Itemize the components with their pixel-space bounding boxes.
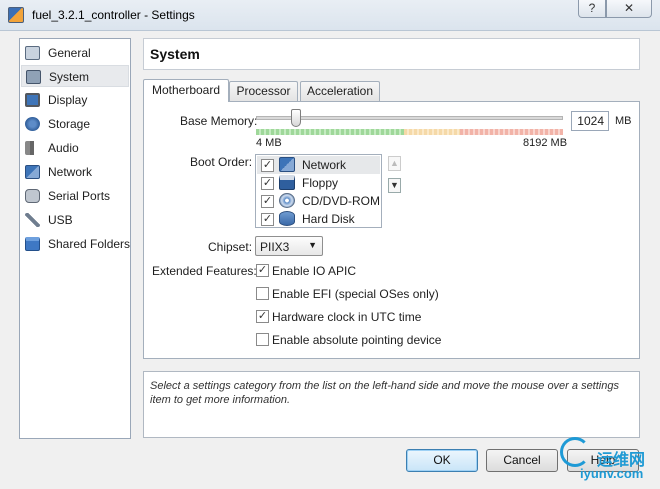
- memory-warning-range: [404, 129, 460, 135]
- category-label: Network: [48, 165, 93, 179]
- hard-disk-icon: [279, 211, 295, 226]
- page-header: System: [143, 38, 640, 70]
- base-memory-slider-handle[interactable]: [291, 109, 302, 127]
- boot-hard-disk-checkbox[interactable]: ✓: [261, 213, 274, 226]
- enable-io-apic-checkbox[interactable]: ✓: [256, 264, 269, 277]
- boot-move-up-button[interactable]: ▲: [388, 156, 401, 171]
- floppy-icon: [279, 175, 295, 190]
- enable-io-apic-label: Enable IO APIC: [272, 264, 357, 278]
- window-title: fuel_3.2.1_controller - Settings: [32, 8, 195, 22]
- ok-button[interactable]: OK: [406, 449, 478, 472]
- storage-icon: [25, 117, 40, 131]
- chipset-select[interactable]: PIIX3 ▼: [255, 236, 323, 256]
- chipset-label: Chipset:: [208, 240, 253, 254]
- serial-ports-icon: [25, 189, 40, 203]
- boot-item-network[interactable]: ✓ Network: [257, 156, 380, 174]
- category-label: General: [48, 46, 91, 60]
- category-label: Display: [48, 93, 88, 107]
- window-close-button[interactable]: ✕: [606, 0, 652, 18]
- audio-icon: [25, 141, 40, 155]
- category-system[interactable]: System: [21, 65, 129, 87]
- watermark-url: iyunv.com: [580, 466, 644, 481]
- boot-item-hard-disk[interactable]: ✓ Hard Disk: [257, 210, 380, 228]
- boot-item-label: CD/DVD-ROM: [302, 194, 380, 208]
- chipset-value: PIIX3: [260, 240, 290, 254]
- system-icon: [26, 70, 41, 84]
- category-label: Serial Ports: [48, 189, 111, 203]
- memory-unit-label: MB: [615, 115, 632, 127]
- extended-features-label: Extended Features:: [152, 264, 257, 278]
- network-icon: [25, 165, 40, 179]
- virtualbox-app-icon: [8, 7, 24, 23]
- tab-acceleration[interactable]: Acceleration: [300, 81, 380, 101]
- absolute-pointing-label: Enable absolute pointing device: [272, 333, 442, 347]
- boot-cd-dvd-checkbox[interactable]: ✓: [261, 195, 274, 208]
- category-label: USB: [48, 213, 73, 227]
- title-help-button[interactable]: ?: [578, 0, 606, 18]
- cancel-button[interactable]: Cancel: [486, 449, 558, 472]
- tab-processor[interactable]: Processor: [229, 81, 298, 101]
- category-label: Shared Folders: [48, 237, 131, 251]
- boot-move-down-button[interactable]: ▼: [388, 178, 401, 193]
- category-serial-ports[interactable]: Serial Ports: [21, 185, 129, 207]
- boot-item-label: Network: [302, 158, 347, 172]
- category-label: System: [49, 70, 90, 84]
- category-network[interactable]: Network: [21, 161, 129, 183]
- memory-safe-range: [256, 129, 404, 135]
- category-usb[interactable]: USB: [21, 209, 129, 231]
- usb-icon: [25, 213, 40, 227]
- boot-item-cd-dvd[interactable]: ✓ CD/DVD-ROM: [257, 192, 380, 210]
- info-box: Select a settings category from the list…: [143, 371, 640, 438]
- page-title: System: [150, 46, 200, 62]
- category-label: Storage: [48, 117, 91, 131]
- memory-max-label: 8192 MB: [523, 137, 568, 149]
- enable-efi-label: Enable EFI (special OSes only): [272, 287, 439, 301]
- boot-floppy-checkbox[interactable]: ✓: [261, 177, 274, 190]
- info-text: Select a settings category from the list…: [150, 380, 619, 406]
- memory-danger-range: [460, 129, 563, 135]
- shared-folders-icon: [25, 237, 40, 251]
- settings-category-list: General System Display Storage Audio Net…: [19, 38, 131, 439]
- category-general[interactable]: General: [21, 42, 129, 64]
- boot-item-label: Hard Disk: [302, 212, 355, 226]
- category-storage[interactable]: Storage: [21, 113, 129, 135]
- tab-motherboard[interactable]: Motherboard: [143, 79, 229, 102]
- network-icon: [279, 157, 295, 172]
- general-icon: [25, 46, 40, 60]
- cd-dvd-icon: [279, 193, 295, 208]
- utc-clock-checkbox[interactable]: ✓: [256, 310, 269, 323]
- base-memory-label: Base Memory:: [180, 114, 258, 128]
- category-label: Audio: [48, 141, 79, 155]
- memory-min-label: 4 MB: [256, 137, 282, 149]
- enable-efi-checkbox[interactable]: [256, 287, 269, 300]
- absolute-pointing-checkbox[interactable]: [256, 333, 269, 346]
- category-display[interactable]: Display: [21, 89, 129, 111]
- boot-order-label: Boot Order:: [190, 155, 253, 169]
- boot-order-list: ✓ Network ✓ Floppy ✓ CD/DVD-ROM ✓ Hard D…: [255, 154, 382, 228]
- title-bar: fuel_3.2.1_controller - Settings ? ✕: [0, 0, 660, 31]
- category-shared-folders[interactable]: Shared Folders: [21, 233, 131, 255]
- boot-network-checkbox[interactable]: ✓: [261, 159, 274, 172]
- utc-clock-label: Hardware clock in UTC time: [272, 310, 422, 324]
- base-memory-spinbox[interactable]: 1024: [571, 111, 609, 131]
- boot-item-floppy[interactable]: ✓ Floppy: [257, 174, 380, 192]
- display-icon: [25, 93, 40, 107]
- watermark-logo-icon: [560, 437, 590, 467]
- category-audio[interactable]: Audio: [21, 137, 129, 159]
- chevron-down-icon: ▼: [308, 240, 317, 250]
- boot-item-label: Floppy: [302, 176, 339, 190]
- base-memory-slider-track[interactable]: [256, 116, 563, 120]
